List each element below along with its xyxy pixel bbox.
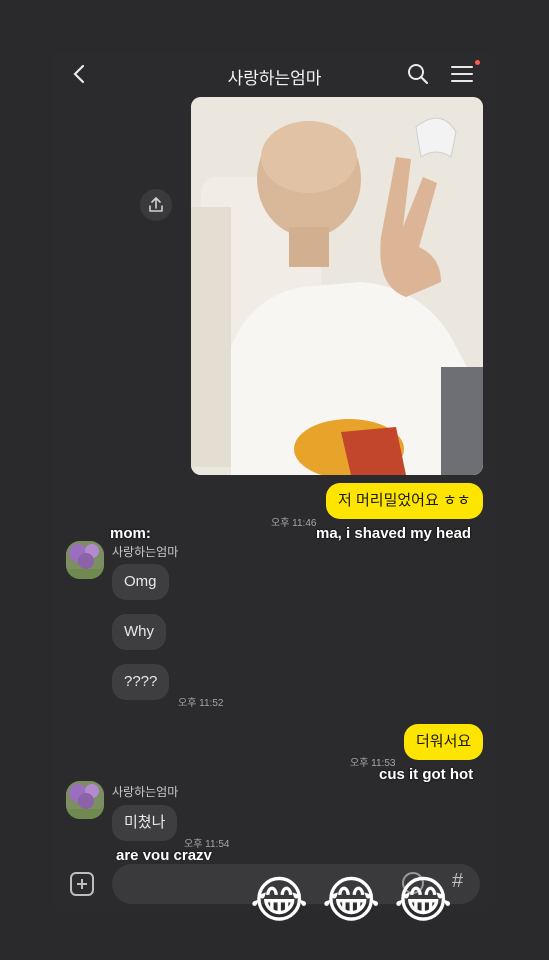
shared-photo[interactable] <box>191 97 483 475</box>
flower-photo-thumbnail <box>66 541 104 579</box>
search-button[interactable] <box>406 62 430 86</box>
sent-message-bubble[interactable]: 더워서요 <box>404 724 484 760</box>
sender-name: 사랑하는엄마 <box>112 545 179 559</box>
caption-text: ma, i shaved my head <box>316 525 472 542</box>
laughing-emoji-sticker: 😂 <box>394 871 453 929</box>
notification-dot <box>475 60 480 65</box>
sender-avatar[interactable] <box>66 781 104 819</box>
hamburger-menu-icon <box>451 66 473 82</box>
search-icon <box>408 64 429 85</box>
received-message-bubble[interactable]: 미쳤나 <box>112 805 178 841</box>
received-message-bubble[interactable]: ???? <box>112 664 170 700</box>
photo-illustration <box>191 97 483 475</box>
sender-avatar[interactable] <box>66 541 104 579</box>
sender-name: 사랑하는엄마 <box>112 785 179 799</box>
share-icon <box>149 197 163 212</box>
timestamp: 오후 11:46 <box>271 518 317 529</box>
timestamp: 오후 11:52 <box>178 698 224 709</box>
sent-message-bubble[interactable]: 저 머리밀었어요 ㅎㅎ <box>326 483 483 519</box>
plus-icon[interactable] <box>70 872 94 896</box>
received-message-bubble[interactable]: Why <box>112 614 166 650</box>
menu-button[interactable] <box>450 62 474 86</box>
chat-window: 사랑하는엄마 오후 11:46 저 머리밀었어요 ㅎㅎ ma, i shaved… <box>54 52 495 910</box>
mom-label: mom: <box>110 525 151 542</box>
flower-photo-thumbnail <box>66 781 104 819</box>
hash-button[interactable]: # <box>452 870 463 893</box>
chat-header: 사랑하는엄마 <box>54 52 495 96</box>
received-message-bubble[interactable]: Omg <box>112 564 169 600</box>
laughing-emoji-sticker: 😂 <box>322 871 381 929</box>
laughing-emoji-sticker: 😂 <box>250 871 309 929</box>
caption-text: cus it got hot <box>379 766 474 783</box>
share-button[interactable] <box>140 189 172 221</box>
